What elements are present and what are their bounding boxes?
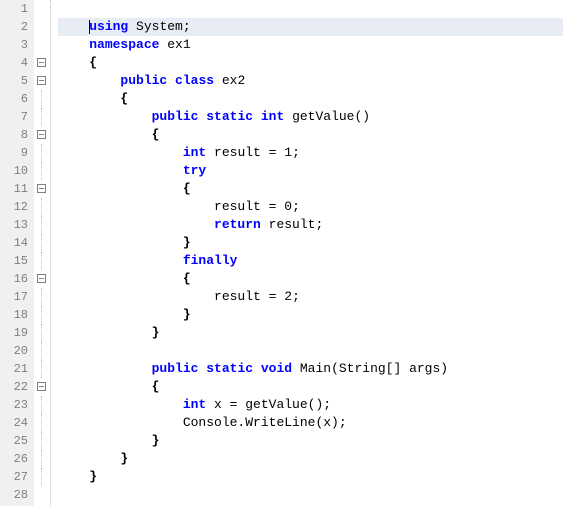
code-line[interactable]: try: [58, 162, 563, 180]
code-line[interactable]: }: [58, 450, 563, 468]
code-line[interactable]: result = 2;: [58, 288, 563, 306]
line-number: 14: [0, 234, 28, 252]
code-line[interactable]: {: [58, 54, 563, 72]
line-number: 24: [0, 414, 28, 432]
line-number: 27: [0, 468, 28, 486]
code-line[interactable]: }: [58, 468, 563, 486]
line-number: 5: [0, 72, 28, 90]
fold-toggle-icon[interactable]: [37, 274, 46, 283]
fold-toggle-icon[interactable]: [37, 58, 46, 67]
code-line[interactable]: using System;: [58, 18, 563, 36]
code-line[interactable]: int result = 1;: [58, 144, 563, 162]
code-line[interactable]: result = 0;: [58, 198, 563, 216]
line-number: 21: [0, 360, 28, 378]
code-line[interactable]: [58, 486, 563, 504]
code-line[interactable]: {: [58, 180, 563, 198]
fold-toggle-icon[interactable]: [37, 184, 46, 193]
code-line[interactable]: public static void Main(String[] args): [58, 360, 563, 378]
code-line[interactable]: int x = getValue();: [58, 396, 563, 414]
line-number: 2: [0, 18, 28, 36]
code-line[interactable]: public class ex2: [58, 72, 563, 90]
code-line[interactable]: {: [58, 90, 563, 108]
line-number: 8: [0, 126, 28, 144]
code-line[interactable]: {: [58, 270, 563, 288]
code-line[interactable]: public static int getValue(): [58, 108, 563, 126]
code-line[interactable]: }: [58, 306, 563, 324]
code-text-area[interactable]: using System; namespace ex1 { public cla…: [50, 0, 563, 506]
line-number: 4: [0, 54, 28, 72]
fold-toggle-icon[interactable]: [37, 382, 46, 391]
margin-edge: [50, 0, 51, 506]
line-number: 1: [0, 0, 28, 18]
line-number: 25: [0, 432, 28, 450]
line-number: 17: [0, 288, 28, 306]
line-number: 10: [0, 162, 28, 180]
line-number: 13: [0, 216, 28, 234]
fold-column: [34, 0, 50, 506]
line-number: 22: [0, 378, 28, 396]
code-line[interactable]: [58, 342, 563, 360]
code-line[interactable]: {: [58, 378, 563, 396]
line-number: 7: [0, 108, 28, 126]
code-line[interactable]: Console.WriteLine(x);: [58, 414, 563, 432]
code-line[interactable]: {: [58, 126, 563, 144]
line-number: 12: [0, 198, 28, 216]
code-line[interactable]: finally: [58, 252, 563, 270]
code-line[interactable]: namespace ex1: [58, 36, 563, 54]
line-number: 6: [0, 90, 28, 108]
line-number: 26: [0, 450, 28, 468]
line-number: 18: [0, 306, 28, 324]
line-number: 23: [0, 396, 28, 414]
line-number: 9: [0, 144, 28, 162]
line-number: 11: [0, 180, 28, 198]
fold-toggle-icon[interactable]: [37, 130, 46, 139]
line-number: 20: [0, 342, 28, 360]
code-line[interactable]: }: [58, 324, 563, 342]
code-line[interactable]: }: [58, 234, 563, 252]
line-number: 19: [0, 324, 28, 342]
line-number: 16: [0, 270, 28, 288]
line-number-gutter: 1 2 3 4 5 6 7 8 9 10 11 12 13 14 15 16 1…: [0, 0, 34, 506]
code-editor[interactable]: 1 2 3 4 5 6 7 8 9 10 11 12 13 14 15 16 1…: [0, 0, 563, 506]
code-line[interactable]: }: [58, 432, 563, 450]
line-number: 28: [0, 486, 28, 504]
line-number: 15: [0, 252, 28, 270]
line-number: 3: [0, 36, 28, 54]
code-line[interactable]: return result;: [58, 216, 563, 234]
fold-toggle-icon[interactable]: [37, 76, 46, 85]
code-line[interactable]: [58, 0, 563, 18]
